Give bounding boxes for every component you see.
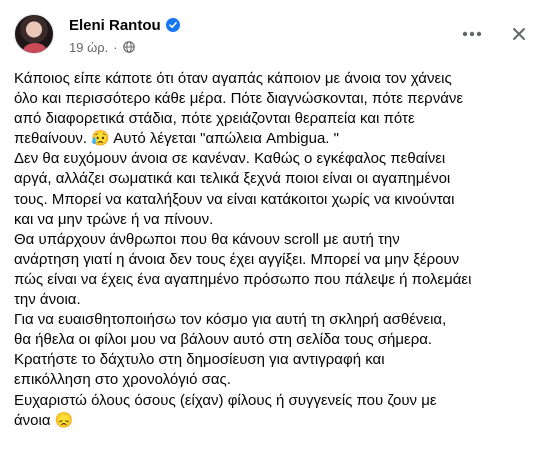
verified-badge-icon: [165, 18, 180, 32]
author-name[interactable]: Eleni Rantou: [69, 17, 161, 34]
post-text-line: θα ήθελα οι φίλοι μου να βάλουν αυτό στη…: [14, 331, 433, 349]
post-text-line: πεθαίνουν. 😥 Αυτό λέγεται "απώλεια Ambig…: [14, 130, 339, 148]
post-text-line: από διαφορετικά στάδια, πότε χρειάζονται…: [14, 110, 415, 128]
post-text-line: επικόλληση στο χρονολόγιό σας.: [14, 371, 231, 389]
post-text-line: και να μην τρώνε ή να πίνουν.: [14, 210, 214, 228]
facebook-post: Eleni Rantou 19 ώρ. · Κάποιος είπε κάποτ…: [0, 0, 552, 462]
post-text-line: Για να ευαισθητοποιήσω τον κόσμο για αυτ…: [14, 311, 447, 329]
post-text-line: άνοια 😞: [14, 411, 74, 429]
post-text-line: Ευχαριστώ όλους όσους (είχαν) φίλους ή σ…: [14, 391, 437, 409]
post-text-line: αργά, αλλάζει σωματικά και τελικά ξεχνά …: [14, 170, 451, 188]
post-text-line: ανάρτηση γιατί η άνοια δεν τους έχει αγγ…: [14, 250, 460, 268]
post-text-line: τους. Μπορεί να καταλήξουν να είναι κατά…: [14, 190, 455, 208]
post-text-line: Κάποιος είπε κάποτε ότι όταν αγαπάς κάπο…: [14, 70, 452, 87]
post-meta: 19 ώρ. ·: [69, 39, 135, 55]
post-text-line: Θα υπάρχουν άνθρωποι που θα κάνουν scrol…: [14, 230, 400, 248]
author-row: Eleni Rantou: [69, 15, 180, 35]
post-text-line: Δεν θα ευχόμουν άνοια σε κανέναν. Καθώς …: [14, 150, 446, 168]
post-timestamp[interactable]: 19 ώρ.: [69, 40, 108, 55]
author-avatar[interactable]: [14, 14, 54, 54]
post-text-line: Κρατήστε το δάχτυλο στη δημοσίευση για α…: [14, 351, 385, 369]
post-body: Κάποιος είπε κάποτε ότι όταν αγαπάς κάπο…: [14, 69, 540, 431]
globe-icon[interactable]: [122, 41, 135, 53]
post-header: Eleni Rantou 19 ώρ. ·: [14, 8, 538, 60]
post-text-line: όλο και περισσότερο κάθε μέρα. Πότε διαγ…: [14, 90, 464, 108]
post-text-line: πώς είναι να έχεις ένα αγαπημένο πρόσωπο…: [14, 270, 472, 288]
meta-separator: ·: [113, 39, 118, 55]
post-text-line: την άνοια.: [14, 291, 81, 309]
close-icon[interactable]: [508, 23, 530, 45]
more-options-icon[interactable]: [458, 24, 486, 44]
